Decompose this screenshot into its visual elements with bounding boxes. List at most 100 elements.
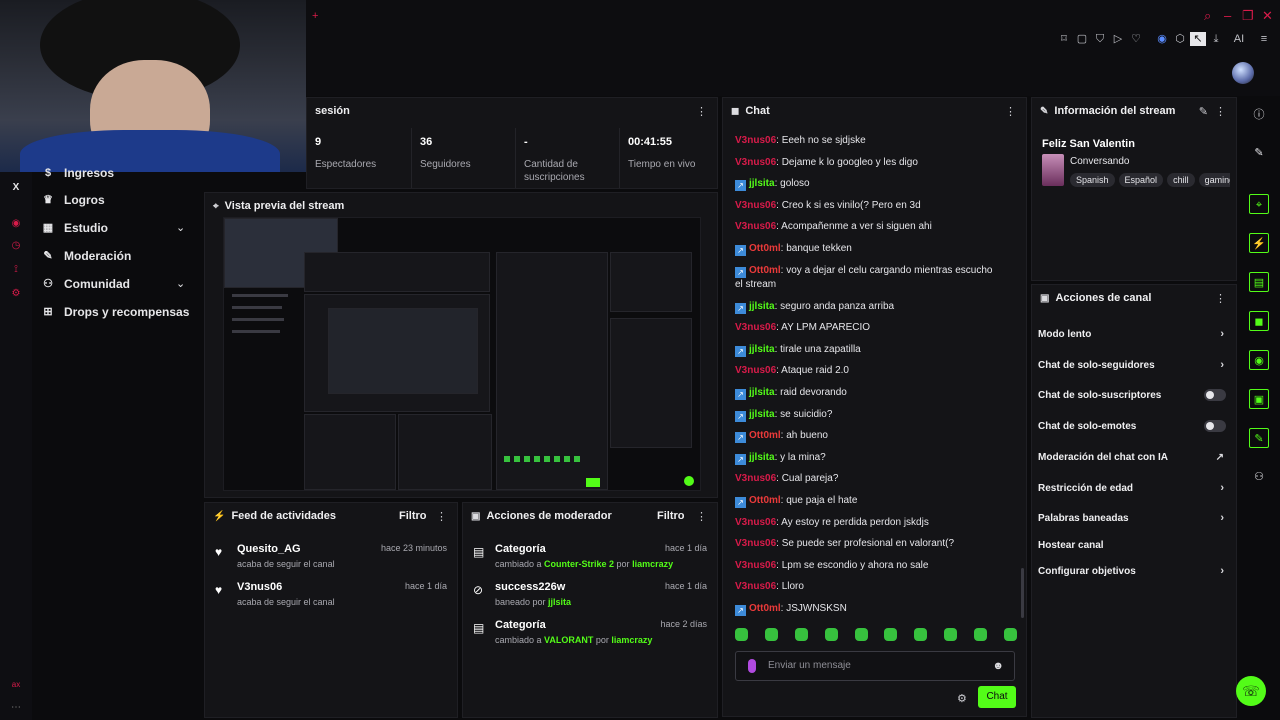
more-options-icon[interactable]: ⋮ bbox=[1215, 105, 1226, 118]
more-options-icon[interactable]: ⋮ bbox=[1215, 292, 1226, 305]
follower-name[interactable]: Quesito_AG bbox=[237, 543, 301, 555]
edit-icon[interactable]: ✎ bbox=[1199, 105, 1208, 118]
category-link[interactable]: VALORANT bbox=[544, 635, 593, 645]
action-ai-moderation[interactable]: Moderación del chat con IA ↗ bbox=[1038, 447, 1228, 467]
cursor-icon[interactable]: ↖ bbox=[1190, 32, 1206, 46]
chat-username[interactable]: V3nus06 bbox=[735, 473, 776, 484]
microphone-icon[interactable] bbox=[748, 659, 756, 673]
chat-username[interactable]: jjlsita bbox=[749, 452, 775, 463]
moderator-link[interactable]: jjlsita bbox=[548, 597, 571, 607]
send-chat-button[interactable]: Chat bbox=[978, 686, 1016, 708]
sidebar-item-estudio[interactable]: ▦ Estudio bbox=[42, 218, 108, 238]
document-icon[interactable]: ▤ bbox=[1249, 272, 1269, 292]
download-icon[interactable]: ⤓ bbox=[1208, 32, 1224, 46]
chat-username[interactable]: jjlsita bbox=[749, 387, 775, 398]
chat-username[interactable]: jjlsita bbox=[749, 301, 775, 312]
shield-icon[interactable]: ⛉ bbox=[1092, 32, 1108, 46]
chat-username[interactable]: V3nus06 bbox=[735, 135, 776, 146]
settings-rail-icon[interactable]: ⚙ bbox=[10, 288, 22, 300]
chat-username[interactable]: V3nus06 bbox=[735, 200, 776, 211]
action-age-restriction[interactable]: Restricción de edad › bbox=[1038, 478, 1228, 498]
pencil-icon[interactable]: ✎ bbox=[1249, 143, 1269, 163]
emote-button[interactable] bbox=[1003, 628, 1017, 641]
sidebar-item-comunidad[interactable]: ⚇ Comunidad bbox=[42, 274, 130, 294]
heart-icon[interactable]: ♡ bbox=[1128, 32, 1144, 46]
chat-icon[interactable]: ◼ bbox=[1249, 311, 1269, 331]
minimize-icon[interactable]: – bbox=[1224, 8, 1231, 23]
menu-icon[interactable]: ≡ bbox=[1256, 32, 1272, 46]
chat-username[interactable]: V3nus06 bbox=[735, 221, 776, 232]
bookmark-icon[interactable]: ⌑ bbox=[1056, 32, 1072, 46]
emote-button[interactable] bbox=[944, 628, 958, 641]
chat-username[interactable]: Ott0ml bbox=[749, 243, 781, 254]
new-tab-button[interactable]: + bbox=[312, 10, 318, 22]
follower-name[interactable]: V3nus06 bbox=[237, 581, 282, 593]
filter-button[interactable]: Filtro bbox=[399, 510, 427, 522]
action-banned-words[interactable]: Palabras baneadas › bbox=[1038, 508, 1228, 528]
more-icon[interactable]: ⋯ bbox=[10, 702, 22, 714]
chat-username[interactable]: V3nus06 bbox=[735, 560, 776, 571]
stream-preview-video[interactable] bbox=[223, 217, 701, 491]
gear-icon[interactable]: ⚙ bbox=[957, 692, 967, 705]
emote-button[interactable] bbox=[794, 628, 808, 641]
filter-button[interactable]: Filtro bbox=[657, 510, 685, 522]
subscribers-only-toggle[interactable] bbox=[1204, 389, 1226, 401]
emoji-icon[interactable]: ☻ bbox=[992, 660, 1004, 672]
chevron-down-icon[interactable]: ⌄ bbox=[176, 277, 185, 290]
chat-username[interactable]: V3nus06 bbox=[735, 157, 776, 168]
focus-icon[interactable]: ⌖ bbox=[1249, 194, 1269, 214]
moderator-link[interactable]: liamcrazy bbox=[611, 635, 652, 645]
scrollbar[interactable] bbox=[1021, 568, 1024, 618]
emotes-only-toggle[interactable] bbox=[1204, 420, 1226, 432]
action-slow-mode[interactable]: Modo lento › bbox=[1038, 324, 1228, 344]
avatar[interactable] bbox=[1232, 62, 1254, 84]
wrench-icon[interactable]: ✎ bbox=[1249, 428, 1269, 448]
emote-button[interactable] bbox=[884, 628, 898, 641]
action-configure-goals[interactable]: Configurar objetivos › bbox=[1038, 561, 1228, 581]
chat-username[interactable]: V3nus06 bbox=[735, 322, 776, 333]
search-icon[interactable]: ⌕ bbox=[1204, 8, 1211, 24]
more-options-icon[interactable]: ⋮ bbox=[696, 105, 707, 118]
sidebar-item-moderacion[interactable]: ✎ Moderación bbox=[42, 246, 131, 266]
x-icon[interactable]: X bbox=[10, 182, 22, 194]
chat-username[interactable]: jjlsita bbox=[749, 178, 775, 189]
help-button[interactable]: ☏ bbox=[1236, 676, 1266, 706]
restore-icon[interactable]: ❐ bbox=[1242, 8, 1254, 24]
info-icon[interactable]: ⓘ bbox=[1249, 105, 1269, 125]
chat-username[interactable]: V3nus06 bbox=[735, 365, 776, 376]
screenshot-icon[interactable]: ▢ bbox=[1074, 32, 1090, 46]
chat-username[interactable]: jjlsita bbox=[749, 409, 775, 420]
emote-button[interactable] bbox=[914, 628, 928, 641]
clock-icon[interactable]: ◷ bbox=[10, 240, 22, 252]
chat-username[interactable]: jjlsita bbox=[749, 344, 775, 355]
audio-icon[interactable]: ◉ bbox=[1154, 32, 1170, 46]
chat-username[interactable]: Ott0ml bbox=[749, 430, 781, 441]
record-icon[interactable]: ◉ bbox=[10, 218, 22, 230]
chat-username[interactable]: V3nus06 bbox=[735, 538, 776, 549]
more-options-icon[interactable]: ⋮ bbox=[696, 510, 707, 523]
extensions-icon[interactable]: ⬡ bbox=[1172, 32, 1188, 46]
action-followers-only[interactable]: Chat de solo-seguidores › bbox=[1038, 355, 1228, 375]
emote-button[interactable] bbox=[824, 628, 838, 641]
chat-username[interactable]: V3nus06 bbox=[735, 581, 776, 592]
sidebar-item-logros[interactable]: ♛ Logros bbox=[42, 190, 105, 210]
chevron-down-icon[interactable]: ⌄ bbox=[176, 221, 185, 234]
emote-button[interactable] bbox=[974, 628, 987, 641]
broadcast-icon[interactable]: ◉ bbox=[1249, 350, 1269, 370]
emote-button[interactable] bbox=[735, 628, 748, 641]
chat-username[interactable]: V3nus06 bbox=[735, 517, 776, 528]
chat-username[interactable]: Ott0ml bbox=[749, 265, 781, 276]
banned-user[interactable]: success226w bbox=[495, 581, 565, 593]
category-link[interactable]: Counter-Strike 2 bbox=[544, 559, 614, 569]
community-rail-icon[interactable]: ⟟ bbox=[10, 264, 22, 276]
emote-button[interactable] bbox=[764, 628, 778, 641]
sidebar-item-ingresos[interactable]: $ Ingresos bbox=[42, 163, 114, 183]
moderator-link[interactable]: liamcrazy bbox=[632, 559, 673, 569]
more-options-icon[interactable]: ⋮ bbox=[436, 510, 447, 523]
play-icon[interactable]: ▷ bbox=[1110, 32, 1126, 46]
chat-input[interactable]: Enviar un mensaje ☻ bbox=[735, 651, 1015, 681]
sidebar-item-drops[interactable]: ⊞ Drops y recompensas bbox=[42, 302, 189, 322]
ai-button[interactable]: AI bbox=[1228, 32, 1250, 46]
chat-username[interactable]: Ott0ml bbox=[749, 603, 781, 614]
users-icon[interactable]: ⚇ bbox=[1249, 467, 1269, 487]
